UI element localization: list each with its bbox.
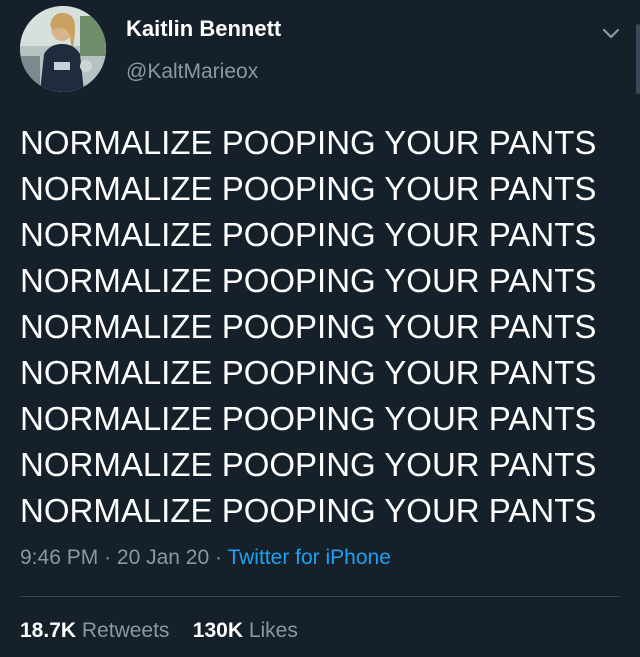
divider — [20, 596, 620, 597]
tweet-text-line: NORMALIZE POOPING YOUR PANTS — [20, 354, 597, 391]
likes-count: 130K — [192, 619, 243, 642]
chevron-down-icon[interactable] — [600, 22, 622, 44]
tweet-time: 9:46 PM — [20, 546, 99, 569]
tweet-text-line: NORMALIZE POOPING YOUR PANTS — [20, 308, 597, 345]
separator: · — [215, 546, 222, 569]
tweet-date[interactable]: 20 Jan 20 — [117, 546, 209, 569]
tweet-stats: 18.7K Retweets 130K Likes — [20, 619, 298, 643]
author-handle[interactable]: @KaltMarieox — [126, 60, 258, 84]
tweet-text-line: NORMALIZE POOPING YOUR PANTS — [20, 446, 597, 483]
tweet-text: NORMALIZE POOPING YOUR PANTS NORMALIZE P… — [20, 120, 620, 534]
retweets-stat[interactable]: 18.7K Retweets — [20, 619, 169, 642]
likes-label: Likes — [248, 619, 298, 642]
tweet-text-line: NORMALIZE POOPING YOUR PANTS — [20, 170, 597, 207]
tweet-meta: 9:46 PM · 20 Jan 20 · Twitter for iPhone — [20, 546, 391, 570]
separator: · — [104, 546, 112, 569]
author-name[interactable]: Kaitlin Bennett — [126, 16, 281, 42]
tweet-text-line: NORMALIZE POOPING YOUR PANTS — [20, 124, 597, 161]
tweet-text-line: NORMALIZE POOPING YOUR PANTS — [20, 216, 597, 253]
likes-stat[interactable]: 130K Likes — [193, 619, 298, 642]
retweets-label: Retweets — [81, 619, 170, 642]
tweet-text-line: NORMALIZE POOPING YOUR PANTS — [20, 400, 597, 437]
tweet-text-line: NORMALIZE POOPING YOUR PANTS — [20, 492, 597, 529]
tweet-detail: Kaitlin Bennett @KaltMarieox NORMALIZE P… — [0, 0, 640, 657]
avatar[interactable] — [20, 6, 106, 92]
scrollbar[interactable] — [636, 24, 640, 94]
retweets-count: 18.7K — [20, 619, 77, 642]
tweet-source-link[interactable]: Twitter for iPhone — [227, 546, 390, 569]
tweet-text-line: NORMALIZE POOPING YOUR PANTS — [20, 262, 597, 299]
